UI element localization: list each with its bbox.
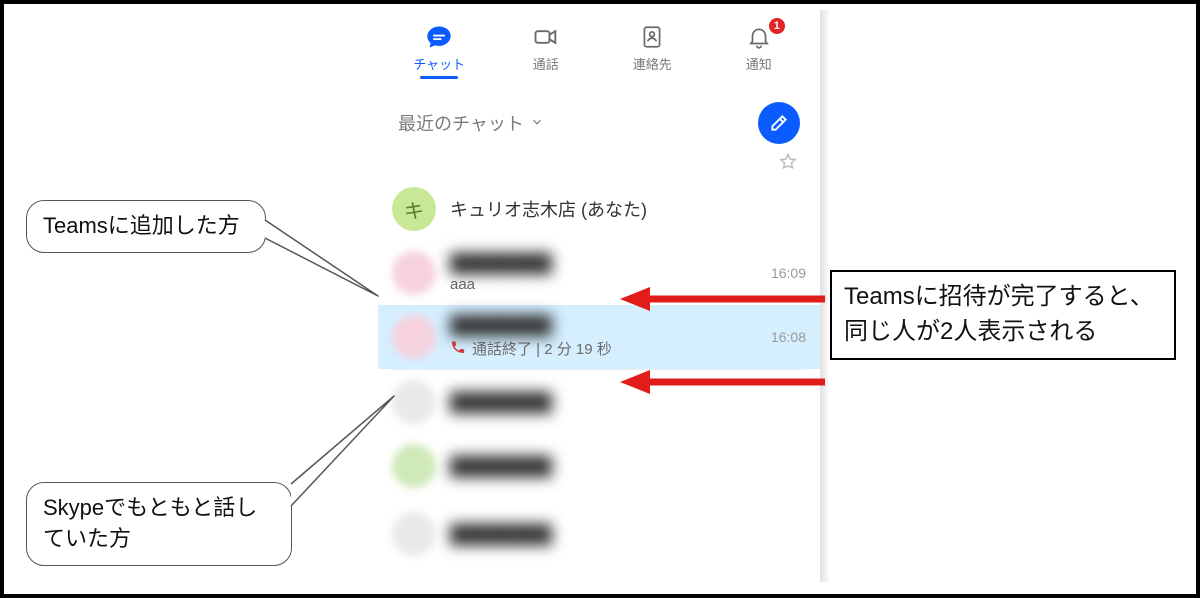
nav-tabs: チャット 通話 連絡先 — [378, 10, 820, 78]
recent-chats-header: 最近のチャット — [378, 88, 820, 148]
chat-skype-time: 16:08 — [771, 329, 806, 345]
tab-activity[interactable]: 1 通知 — [719, 22, 799, 73]
tab-contacts[interactable]: 連絡先 — [612, 22, 692, 73]
chat-icon — [424, 22, 454, 52]
panel-shadow — [820, 10, 830, 582]
chat-skype-snippet: 通話終了 | 2 分 19 秒 — [450, 338, 757, 359]
star-icon[interactable] — [778, 152, 798, 177]
tab-calls[interactable]: 通話 — [506, 22, 586, 73]
compose-icon — [769, 113, 789, 133]
tab-chat[interactable]: チャット — [399, 22, 479, 73]
callout-explanation: Teamsに招待が完了すると、同じ人が2人表示される — [830, 270, 1176, 360]
chat-item-teams[interactable]: ████████ aaa 16:09 — [378, 241, 820, 305]
chevron-down-icon — [530, 113, 544, 134]
tab-activity-label: 通知 — [746, 54, 772, 73]
chat-skype-name: ████████ — [450, 315, 757, 336]
avatar-self: キ — [392, 187, 436, 231]
chat-app-panel: チャット 通話 連絡先 — [378, 10, 820, 582]
favorite-star-row — [378, 148, 820, 177]
phone-ended-icon — [450, 339, 466, 359]
chat-teams-time: 16:09 — [771, 265, 806, 281]
avatar-teams — [392, 251, 436, 295]
callout-teams-added: Teamsに追加した方 — [26, 200, 266, 253]
avatar-blur-2 — [392, 444, 436, 488]
avatar-skype — [392, 315, 436, 359]
chat-item-skype[interactable]: ████████ 通話終了 | 2 分 19 秒 16:08 — [378, 305, 820, 369]
compose-button[interactable] — [758, 102, 800, 144]
chat-item-blurred-1[interactable]: ████████ — [378, 370, 820, 434]
avatar-blur-1 — [392, 380, 436, 424]
contacts-icon — [637, 22, 667, 52]
chat-item-blurred-2[interactable]: ████████ — [378, 434, 820, 498]
chat-teams-snippet: aaa — [450, 276, 757, 293]
chat-item-blurred-3[interactable]: ████████ — [378, 498, 820, 562]
tab-contacts-label: 連絡先 — [633, 54, 672, 73]
chat-item-self[interactable]: キ キュリオ志木店 (あなた) — [378, 177, 820, 241]
activity-badge: 1 — [769, 18, 785, 34]
callout-skype-original: Skypeでもともと話していた方 — [26, 482, 292, 566]
video-icon — [531, 22, 561, 52]
tab-chat-label: チャット — [413, 54, 465, 73]
recent-chats-dropdown[interactable]: 最近のチャット — [398, 110, 544, 136]
avatar-blur-3 — [392, 512, 436, 556]
avatar-initials: キ — [404, 195, 424, 224]
chat-teams-name: ████████ — [450, 253, 757, 274]
tab-calls-label: 通話 — [533, 54, 559, 73]
recent-chats-title: 最近のチャット — [398, 110, 524, 136]
chat-self-name: キュリオ志木店 (あなた) — [450, 196, 806, 222]
